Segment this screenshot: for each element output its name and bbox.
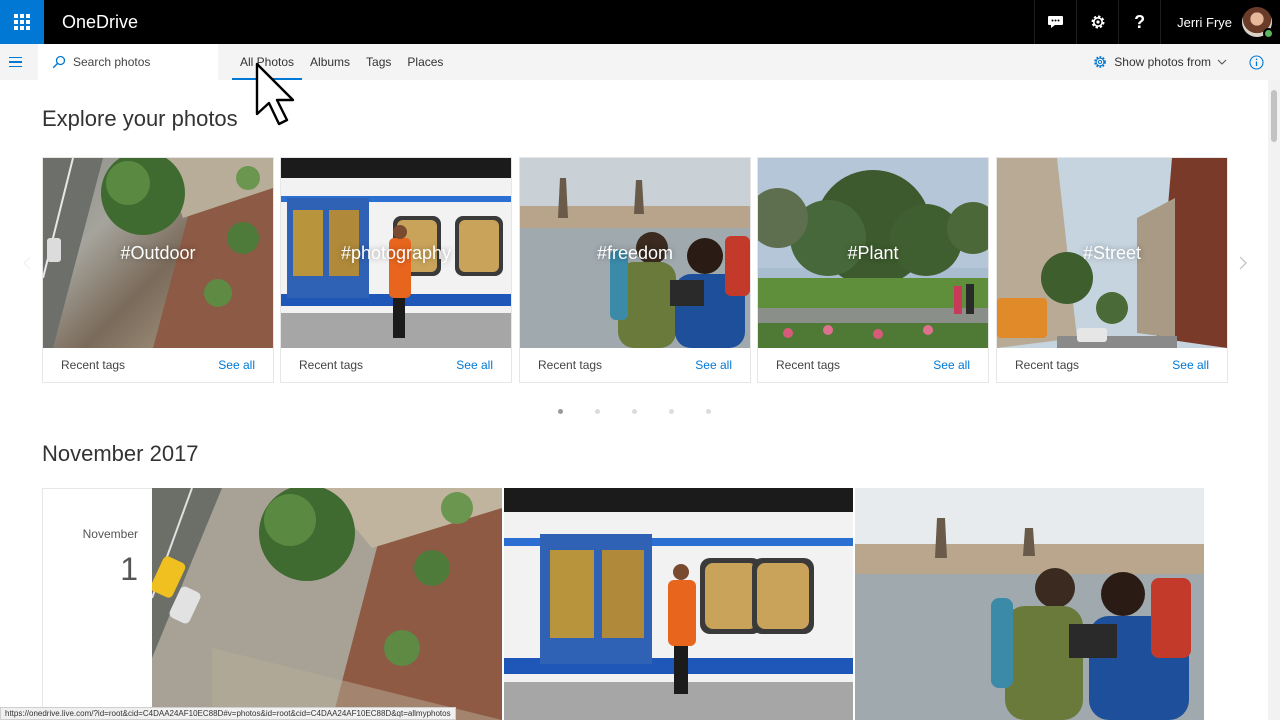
carousel-dot[interactable] [595, 409, 600, 414]
command-bar: All Photos Albums Tags Places Show photo… [0, 44, 1280, 80]
nav-toggle-button[interactable] [0, 44, 30, 80]
carousel-dot[interactable] [669, 409, 674, 414]
help-button[interactable]: ? [1118, 0, 1160, 44]
explore-heading: Explore your photos [42, 106, 238, 131]
tag-label: #photography [340, 242, 452, 263]
help-icon: ? [1134, 11, 1146, 32]
recent-tags-label: Recent tags [776, 358, 841, 372]
tag-card-image[interactable]: #Street [997, 158, 1227, 348]
tag-card-footer: Recent tags See all [43, 348, 273, 382]
see-all-link[interactable]: See all [218, 358, 255, 372]
month-heading: November 2017 [42, 441, 199, 466]
tag-card-image[interactable]: #Plant [758, 158, 988, 348]
app-launcher-icon [14, 14, 30, 30]
user-name: Jerri Frye [1177, 14, 1232, 30]
status-bar-url: https://onedrive.live.com/?id=root&cid=C… [0, 707, 456, 720]
recent-tags-label: Recent tags [299, 358, 364, 372]
top-app-bar: OneDrive ? Jerri Frye [0, 0, 1280, 44]
tag-card-image[interactable]: #Outdoor [43, 158, 273, 348]
carousel-pager [558, 409, 711, 414]
feedback-icon [1048, 16, 1064, 28]
tag-card-outdoor[interactable]: #Outdoor Recent tags See all [42, 157, 274, 383]
scrollbar-thumb[interactable] [1271, 90, 1277, 142]
couple-river-photo [855, 488, 1204, 720]
tag-label: #Outdoor [120, 242, 196, 263]
see-all-link[interactable]: See all [1172, 358, 1209, 372]
tag-card-photography[interactable]: #photography Recent tags See all [280, 157, 512, 383]
hamburger-icon [8, 56, 22, 59]
tab-tags[interactable]: Tags [358, 44, 399, 80]
tag-card-plant[interactable]: #Plant Recent tags See all [757, 157, 989, 383]
gear-icon [1094, 56, 1107, 68]
tag-label: #Plant [847, 242, 899, 263]
search-icon [52, 55, 66, 69]
carousel-dot[interactable] [706, 409, 711, 414]
avatar [1242, 7, 1274, 39]
street-aerial-photo [152, 488, 502, 720]
recent-tags-label: Recent tags [61, 358, 126, 372]
recent-tags-label: Recent tags [538, 358, 603, 372]
carousel-dot[interactable] [632, 409, 637, 414]
app-title[interactable]: OneDrive [62, 12, 138, 33]
train-station-photo [504, 488, 853, 720]
photo-thumbnail[interactable] [152, 488, 502, 720]
tag-card-footer: Recent tags See all [758, 348, 988, 382]
tag-card-image[interactable]: #photography [281, 158, 511, 348]
see-all-link[interactable]: See all [695, 358, 732, 372]
search-box[interactable] [38, 44, 218, 80]
presence-badge [1263, 28, 1274, 39]
carousel-dot[interactable] [558, 409, 563, 414]
tag-card-street[interactable]: #Street Recent tags See all [996, 157, 1228, 383]
show-photos-from-label: Show photos from [1114, 55, 1211, 69]
tag-card-image[interactable]: #freedom [520, 158, 750, 348]
date-month: November [82, 527, 138, 541]
app-launcher-button[interactable] [0, 0, 44, 44]
chevron-down-icon [1217, 59, 1227, 65]
tag-card-footer: Recent tags See all [997, 348, 1227, 382]
mouse-cursor-icon [255, 62, 295, 126]
search-input[interactable] [73, 55, 213, 69]
date-marker: November 1 [42, 488, 152, 720]
photo-thumbnail[interactable] [855, 488, 1204, 720]
settings-icon [1091, 15, 1105, 29]
account-button[interactable]: Jerri Frye [1160, 0, 1280, 44]
tab-albums[interactable]: Albums [302, 44, 358, 80]
see-all-link[interactable]: See all [456, 358, 493, 372]
chevron-right-icon[interactable] [1238, 255, 1248, 271]
tab-places[interactable]: Places [399, 44, 451, 80]
recent-tags-label: Recent tags [1015, 358, 1080, 372]
tag-card-freedom[interactable]: #freedom Recent tags See all [519, 157, 751, 383]
settings-button[interactable] [1076, 0, 1118, 44]
tag-label: #freedom [596, 242, 674, 263]
tag-card-footer: Recent tags See all [281, 348, 511, 382]
page-scrollbar[interactable] [1268, 80, 1280, 720]
explore-carousel: #Outdoor Recent tags See all #photograph… [42, 157, 1228, 383]
see-all-link[interactable]: See all [933, 358, 970, 372]
show-photos-from-dropdown[interactable]: Show photos from [1093, 55, 1227, 69]
date-day: 1 [120, 551, 138, 587]
feedback-button[interactable] [1034, 0, 1076, 44]
photo-thumbnail[interactable] [504, 488, 853, 720]
tag-card-footer: Recent tags See all [520, 348, 750, 382]
info-icon[interactable] [1249, 54, 1264, 70]
tag-label: #Street [1082, 242, 1142, 263]
chevron-left-icon[interactable] [22, 255, 32, 271]
